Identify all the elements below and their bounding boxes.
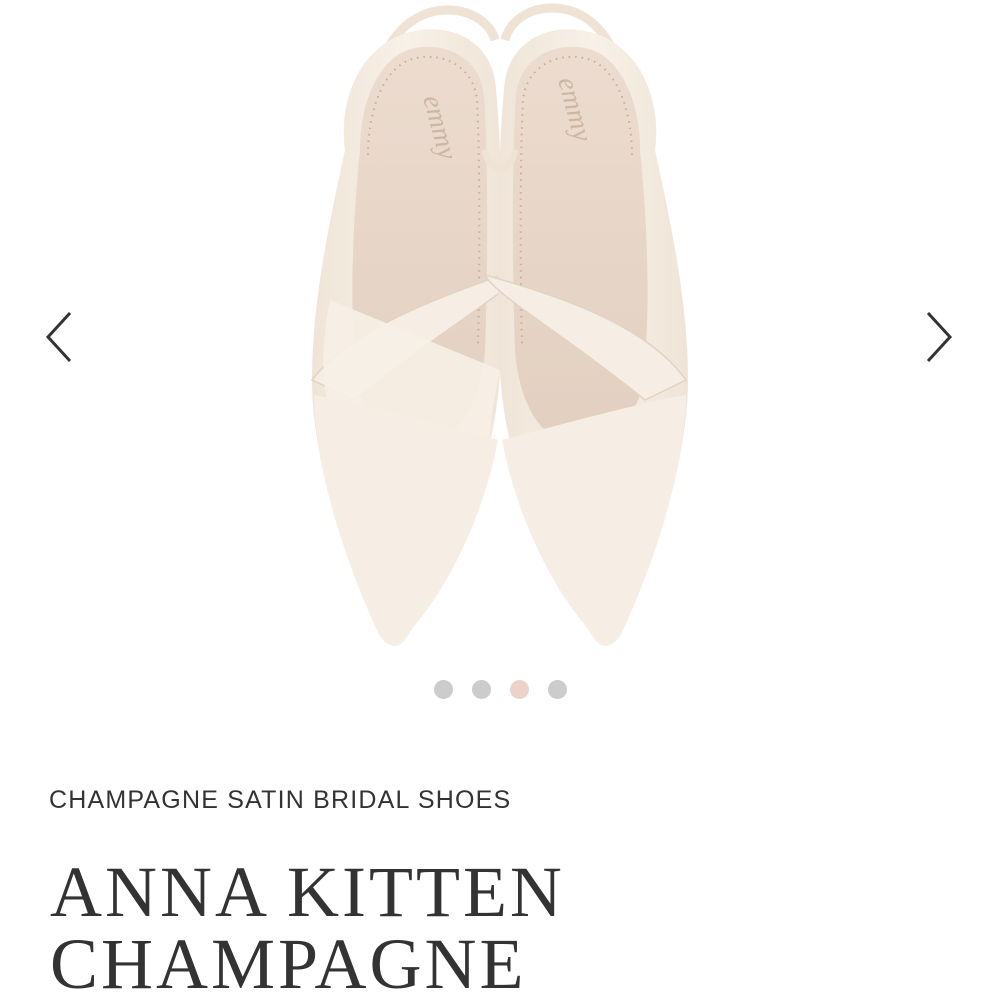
chevron-right-icon	[926, 311, 953, 363]
slide-dot[interactable]	[433, 680, 453, 699]
product-subtitle: CHAMPAGNE SATIN BRIDAL SHOES	[49, 786, 512, 814]
product-title-line-1: ANNA KITTEN	[50, 852, 565, 932]
product-page: emmy emmy CHAMPAGNE SATIN BRIDAL SHOES A…	[0, 0, 1000, 1000]
chevron-left-icon	[45, 311, 72, 363]
left-shoe: emmy	[310, 29, 532, 647]
product-gallery: emmy emmy	[0, 0, 1000, 720]
slide-indicator	[0, 680, 1000, 700]
slide-dot-active[interactable]	[509, 680, 529, 699]
slide-dot[interactable]	[471, 680, 491, 699]
prev-slide-button[interactable]	[40, 305, 80, 369]
product-title: ANNA KITTEN CHAMPAGNE	[50, 856, 565, 1000]
next-slide-button[interactable]	[918, 305, 958, 369]
product-image: emmy emmy	[310, 3, 688, 647]
slide-dot[interactable]	[547, 680, 567, 699]
product-title-line-2: CHAMPAGNE	[50, 924, 527, 1000]
right-shoe: emmy	[483, 29, 688, 647]
